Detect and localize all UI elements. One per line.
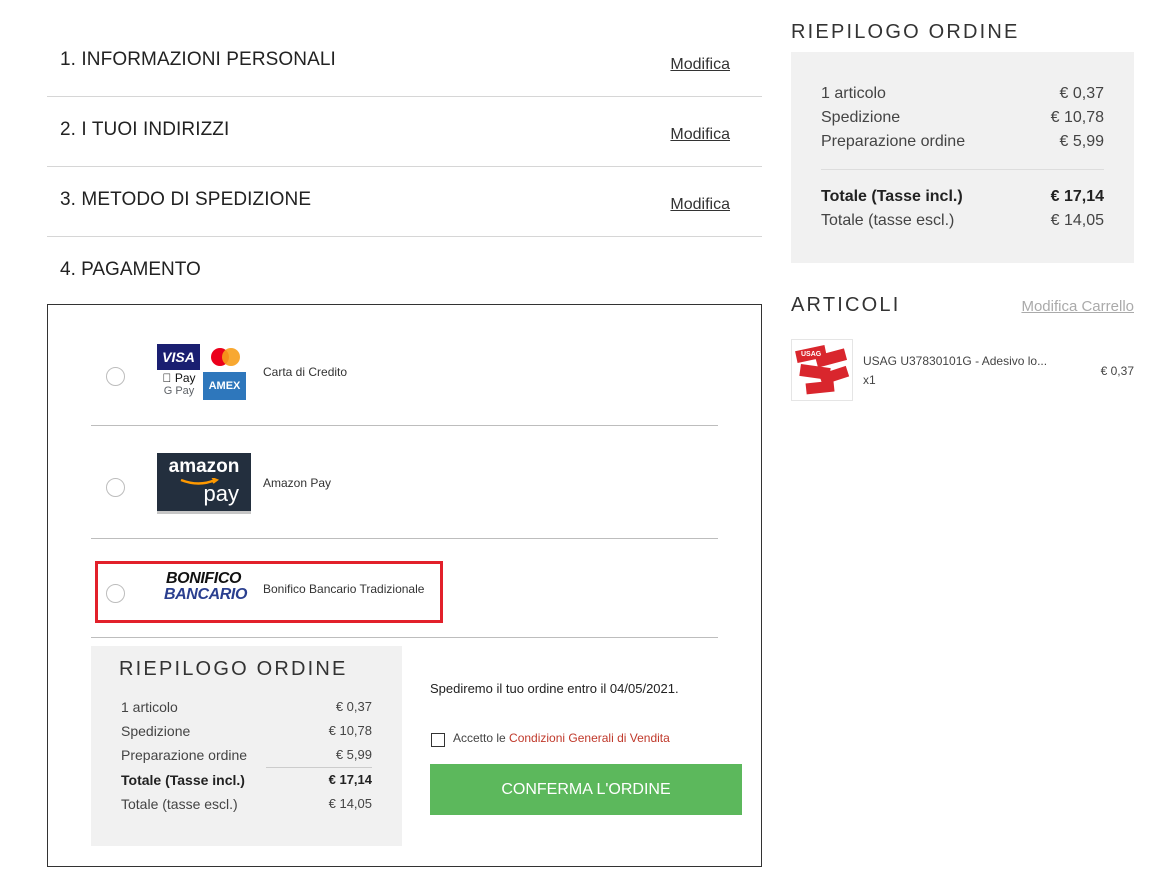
inner-summary-title: RIEPILOGO ORDINE (119, 658, 348, 680)
amazon-pay-icon: amazon pay (157, 453, 251, 514)
divider (821, 169, 1104, 170)
step-shipping-method: 3. METODO DI SPEDIZIONE Modifica (47, 166, 762, 237)
summary-row: Preparazione ordine € 5,99 (821, 133, 1104, 150)
card-radio[interactable] (106, 367, 125, 386)
confirm-order-button[interactable]: CONFERMA L'ORDINE (430, 764, 742, 815)
summary-total-incl: Totale (Tasse incl.) € 17,14 (821, 188, 1104, 205)
applepay-gpay-icon:  Pay G Pay (162, 371, 195, 398)
divider (91, 637, 718, 638)
edit-shipping-method-link[interactable]: Modifica (670, 196, 730, 214)
bonifico-logo-bottom: BANCARIO (164, 586, 248, 603)
edit-cart-link[interactable]: Modifica Carrello (1021, 298, 1134, 315)
product-qty: x1 (863, 373, 876, 387)
edit-personal-info-link[interactable]: Modifica (670, 56, 730, 74)
amex-icon: AMEX (203, 372, 246, 400)
visa-icon: VISA (157, 344, 200, 370)
divider (91, 538, 718, 539)
terms-link[interactable]: Condizioni Generali di Vendita (509, 731, 670, 745)
summary-row: 1 articolo € 0,37 (121, 699, 372, 715)
articles-title: ARTICOLI (791, 294, 901, 316)
card-logos: VISA  Pay G Pay AMEX (157, 344, 246, 400)
bank-transfer-radio[interactable] (106, 584, 125, 603)
mastercard-icon (204, 344, 246, 370)
summary-row: Spedizione € 10,78 (121, 723, 372, 739)
amazon-radio[interactable] (106, 478, 125, 497)
amazon-label[interactable]: Amazon Pay (263, 476, 331, 490)
product-name[interactable]: USAG U37830101G - Adesivo lo... (863, 354, 1047, 368)
order-summary-panel: 1 articolo € 0,37 Spedizione € 10,78 Prepa… (791, 52, 1134, 263)
inner-order-summary: RIEPILOGO ORDINE 1 articolo € 0,37 Spediz… (91, 646, 402, 846)
divider (266, 767, 372, 768)
summary-row: 1 articolo € 0,37 (821, 85, 1104, 102)
bonifico-logo-top: BONIFICO (166, 570, 242, 587)
divider (91, 425, 718, 426)
step-payment-title: 4. PAGAMENTO (60, 259, 201, 280)
terms-label: Accetto le Condizioni Generali di Vendit… (453, 731, 670, 745)
card-label[interactable]: Carta di Credito (263, 365, 347, 379)
bank-transfer-label[interactable]: Bonifico Bancario Tradizionale (263, 582, 424, 596)
order-summary-title: RIEPILOGO ORDINE (791, 21, 1020, 43)
step-title: 3. METODO DI SPEDIZIONE (60, 189, 312, 210)
product-thumbnail[interactable]: USAG (791, 339, 853, 401)
product-price: € 0,37 (1100, 364, 1134, 378)
shipping-note: Spediremo il tuo ordine entro il 04/05/2… (430, 681, 679, 696)
summary-total-excl: Totale (tasse escl.) € 14,05 (821, 212, 1104, 229)
edit-addresses-link[interactable]: Modifica (670, 126, 730, 144)
terms-checkbox[interactable] (431, 733, 445, 747)
step-personal-info: 1. INFORMAZIONI PERSONALI Modifica (47, 26, 762, 97)
payment-panel: VISA  Pay G Pay AMEX Carta di Credito a… (47, 304, 762, 867)
step-addresses: 2. I TUOI INDIRIZZI Modifica (47, 96, 762, 167)
summary-row: Spedizione € 10,78 (821, 109, 1104, 126)
step-title: 1. INFORMAZIONI PERSONALI (60, 49, 336, 70)
summary-total-excl: Totale (tasse escl.) € 14,05 (121, 796, 372, 812)
step-title: 2. I TUOI INDIRIZZI (60, 119, 230, 140)
summary-row: Preparazione ordine € 5,99 (121, 747, 372, 763)
summary-total-incl: Totale (Tasse incl.) € 17,14 (121, 772, 372, 788)
